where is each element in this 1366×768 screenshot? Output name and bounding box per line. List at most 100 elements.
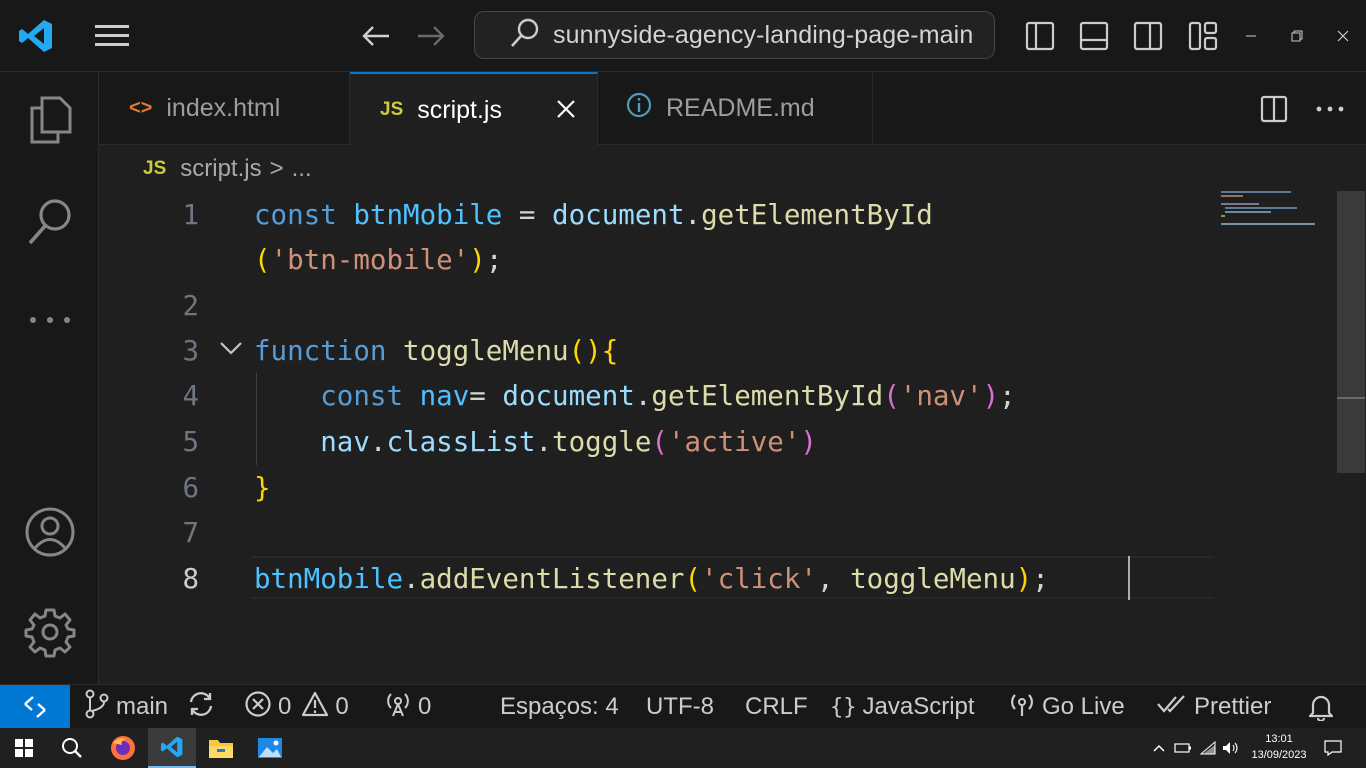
eol-status[interactable]: CRLF	[745, 685, 808, 729]
back-arrow-icon[interactable]	[356, 16, 396, 56]
notifications-bell-icon[interactable]	[1308, 685, 1334, 729]
broadcast-icon	[1008, 690, 1036, 725]
code-text: btnMobile.addEventListener('click', togg…	[254, 556, 1049, 602]
explorer-icon[interactable]	[0, 80, 99, 160]
tab-script-js[interactable]: JS script.js	[350, 72, 598, 146]
code-token: getElementById	[701, 199, 933, 231]
branch-name: main	[116, 693, 169, 720]
code-token: (	[651, 426, 668, 458]
ports-status[interactable]: 0	[384, 685, 431, 729]
sync-button[interactable]	[186, 685, 216, 729]
code-token: nav	[419, 380, 470, 412]
taskbar-clock[interactable]: 13:01 13/09/2023	[1243, 731, 1315, 763]
git-branch-status[interactable]: main	[84, 685, 168, 729]
close-tab-icon[interactable]	[555, 98, 577, 127]
prettier-status[interactable]: Prettier	[1156, 685, 1271, 729]
code-line[interactable]: 2	[99, 283, 1215, 329]
accounts-icon[interactable]	[0, 492, 99, 572]
indentation-label: Espaços: 4	[500, 693, 619, 720]
minimize-window-icon[interactable]	[1236, 16, 1266, 56]
code-token: const	[320, 380, 404, 412]
command-center-search[interactable]: sunnyside-agency-landing-page-main	[474, 11, 995, 59]
code-editor[interactable]: JS script.js > ... 1 const btnMobile = do…	[99, 145, 1366, 684]
code-token: toggleMenu	[403, 335, 569, 367]
vertical-scrollbar[interactable]	[1337, 191, 1365, 473]
tab-index-html[interactable]: <> index.html	[99, 72, 350, 145]
line-number: 6	[182, 472, 199, 504]
forward-arrow-icon[interactable]	[411, 16, 451, 56]
toggle-primary-sidebar-icon[interactable]	[1022, 16, 1058, 56]
menu-icon[interactable]	[92, 16, 132, 56]
go-live-button[interactable]: Go Live	[1008, 685, 1125, 729]
problems-status[interactable]: 0 0	[244, 685, 349, 729]
indentation-status[interactable]: Espaços: 4	[500, 685, 619, 729]
go-live-label: Go Live	[1042, 693, 1125, 720]
split-editor-icon[interactable]	[1260, 95, 1288, 123]
toggle-panel-icon[interactable]	[1076, 16, 1112, 56]
show-hidden-icons-chevron-icon[interactable]	[1148, 728, 1170, 768]
code-token: (	[883, 380, 900, 412]
warning-icon	[301, 690, 329, 725]
code-line[interactable]: 7	[99, 510, 1215, 556]
clock-time: 13:01	[1265, 733, 1293, 745]
code-token: .	[403, 563, 420, 595]
battery-icon[interactable]	[1172, 728, 1194, 768]
remote-indicator-icon[interactable]	[0, 685, 70, 729]
code-line[interactable]: 1 const btnMobile = document.getElementBy…	[99, 192, 1215, 238]
toggle-secondary-sidebar-icon[interactable]	[1130, 16, 1166, 56]
code-line[interactable]: 5 nav.classList.toggle('active')	[99, 419, 1215, 465]
code-token: 'active'	[667, 426, 801, 458]
breadcrumb-separator: >	[269, 155, 284, 182]
code-line[interactable]: 8 btnMobile.addEventListener('click', tog…	[99, 556, 1215, 602]
breadcrumb: JS script.js > ...	[143, 151, 312, 187]
restore-window-icon[interactable]	[1282, 16, 1312, 56]
settings-gear-icon[interactable]	[0, 592, 99, 672]
clock-date: 13/09/2023	[1251, 749, 1307, 761]
fold-chevron-down-icon[interactable]	[219, 341, 243, 360]
breadcrumb-file[interactable]: script.js	[180, 155, 261, 183]
tab-readme-md[interactable]: README.md	[598, 72, 873, 145]
code-line[interactable]: 4 const nav= document.getElementById('na…	[99, 373, 1215, 419]
warning-count: 0	[335, 693, 349, 720]
code-text: }	[254, 465, 271, 511]
volume-icon[interactable]	[1220, 728, 1242, 768]
photos-app-icon[interactable]	[246, 728, 294, 768]
search-activity-icon[interactable]	[0, 182, 99, 262]
code-token: toggleMenu	[850, 563, 1016, 595]
windows-start-icon[interactable]	[0, 728, 48, 768]
title-bar: sunnyside-agency-landing-page-main	[0, 0, 1366, 72]
more-actions-icon[interactable]	[1316, 105, 1344, 113]
language-label: JavaScript	[862, 693, 975, 720]
file-explorer-icon[interactable]	[197, 728, 245, 768]
code-line[interactable]: 6}	[99, 465, 1215, 511]
notification-center-icon[interactable]	[1318, 728, 1348, 768]
wifi-icon[interactable]	[1197, 728, 1219, 768]
code-line[interactable]: 3 function toggleMenu(){	[99, 328, 1215, 374]
code-token: function	[254, 335, 387, 367]
close-window-icon[interactable]	[1328, 16, 1358, 56]
taskbar-search-icon[interactable]	[48, 728, 96, 768]
editor-tab-bar: <> index.html JS script.js README.md	[99, 72, 1366, 146]
customize-layout-icon[interactable]	[1185, 16, 1221, 56]
code-text: const nav= document.getElementById('nav'…	[254, 373, 1015, 419]
code-line[interactable]: ('btn-mobile');	[99, 237, 1215, 283]
html-file-icon: <>	[129, 97, 153, 119]
line-number: 4	[182, 380, 199, 412]
minimap[interactable]	[1217, 189, 1337, 239]
code-token: getElementById	[651, 380, 884, 412]
code-text: const btnMobile = document.getElementByI…	[254, 192, 933, 238]
firefox-icon[interactable]	[99, 728, 147, 768]
code-token: )	[800, 426, 817, 458]
code-token: ;	[485, 244, 503, 276]
encoding-status[interactable]: UTF-8	[646, 685, 714, 729]
breadcrumb-more[interactable]: ...	[292, 155, 312, 183]
vscode-taskbar-icon[interactable]	[148, 728, 196, 768]
language-mode-status[interactable]: {​} JavaScript	[830, 685, 975, 729]
code-token: btnMobile	[353, 199, 503, 231]
more-views-icon[interactable]	[0, 280, 99, 360]
status-bar: main 0 0 0 Espaços: 4 UTF-8 CRLF {​} Jav…	[0, 684, 1366, 729]
code-token: .	[369, 426, 387, 458]
code-text: nav.classList.toggle('active')	[254, 419, 817, 465]
